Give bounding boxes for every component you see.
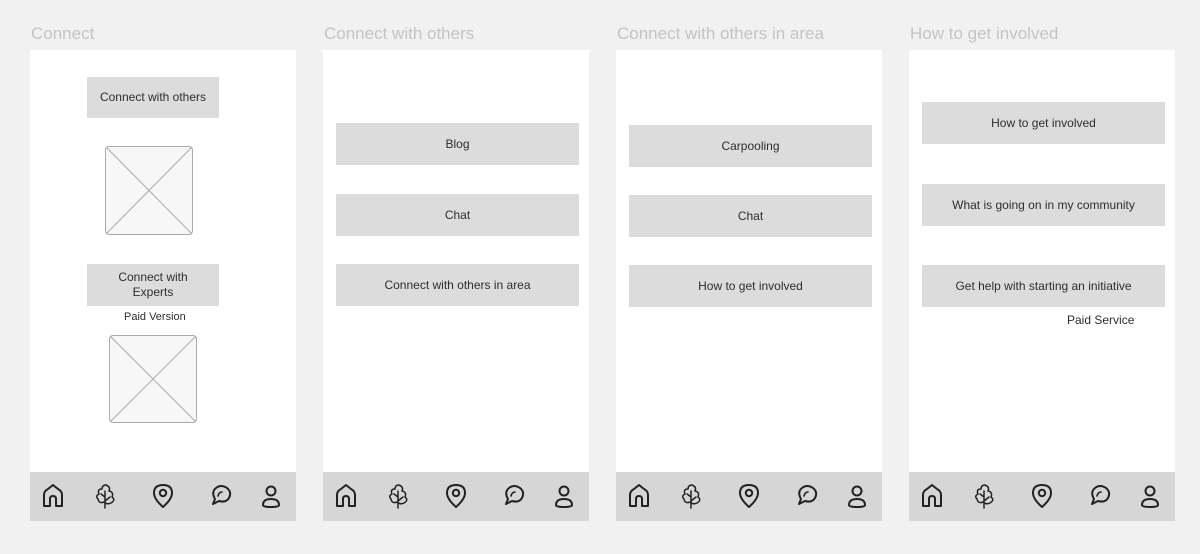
home-icon[interactable]	[332, 482, 360, 510]
location-pin-icon[interactable]	[1028, 482, 1056, 510]
connect-with-others-button[interactable]: Connect with others	[87, 77, 219, 118]
frame-title-connect-with-others: Connect with others	[324, 24, 475, 43]
how-to-get-involved-button[interactable]: How to get involved	[922, 102, 1165, 144]
location-pin-icon[interactable]	[442, 482, 470, 510]
screen-connect-with-others: Blog Chat Connect with others in area	[323, 50, 589, 521]
image-placeholder	[105, 146, 193, 235]
frame-title-connect-with-others-in-area: Connect with others in area	[617, 24, 824, 43]
connect-with-experts-button[interactable]: Connect with Experts	[87, 264, 219, 306]
chat-bubble-icon[interactable]	[1086, 482, 1114, 510]
user-icon[interactable]	[257, 482, 285, 510]
paid-service-note: Paid Service	[1067, 313, 1135, 327]
tree-icon[interactable]	[971, 482, 999, 510]
start-initiative-button[interactable]: Get help with starting an initiative	[922, 265, 1165, 307]
paid-version-note: Paid Version	[124, 311, 186, 323]
screen-how-to-get-involved: How to get involved What is going on in …	[909, 50, 1175, 521]
home-icon[interactable]	[625, 482, 653, 510]
screen-connect: Connect with others Connect with Experts…	[30, 50, 296, 521]
chat-button[interactable]: Chat	[336, 194, 579, 236]
home-icon[interactable]	[918, 482, 946, 510]
tree-icon[interactable]	[92, 482, 120, 510]
location-pin-icon[interactable]	[735, 482, 763, 510]
bottom-nav	[909, 472, 1175, 521]
blog-button[interactable]: Blog	[336, 123, 579, 165]
tree-icon[interactable]	[678, 482, 706, 510]
carpooling-button[interactable]: Carpooling	[629, 125, 872, 167]
chat-bubble-icon[interactable]	[793, 482, 821, 510]
user-icon[interactable]	[843, 482, 871, 510]
whats-going-on-button[interactable]: What is going on in my community	[922, 184, 1165, 226]
screen-connect-with-others-in-area: Carpooling Chat How to get involved	[616, 50, 882, 521]
location-pin-icon[interactable]	[149, 482, 177, 510]
frame-title-connect: Connect	[31, 24, 95, 43]
user-icon[interactable]	[550, 482, 578, 510]
bottom-nav	[616, 472, 882, 521]
bottom-nav	[30, 472, 296, 521]
frame-title-how-to-get-involved: How to get involved	[910, 24, 1059, 43]
chat-bubble-icon[interactable]	[500, 482, 528, 510]
user-icon[interactable]	[1136, 482, 1164, 510]
tree-icon[interactable]	[385, 482, 413, 510]
home-icon[interactable]	[39, 482, 67, 510]
how-to-get-involved-button[interactable]: How to get involved	[629, 265, 872, 307]
chat-bubble-icon[interactable]	[207, 482, 235, 510]
bottom-nav	[323, 472, 589, 521]
chat-button[interactable]: Chat	[629, 195, 872, 237]
image-placeholder	[109, 335, 197, 423]
connect-with-others-in-area-button[interactable]: Connect with others in area	[336, 264, 579, 306]
